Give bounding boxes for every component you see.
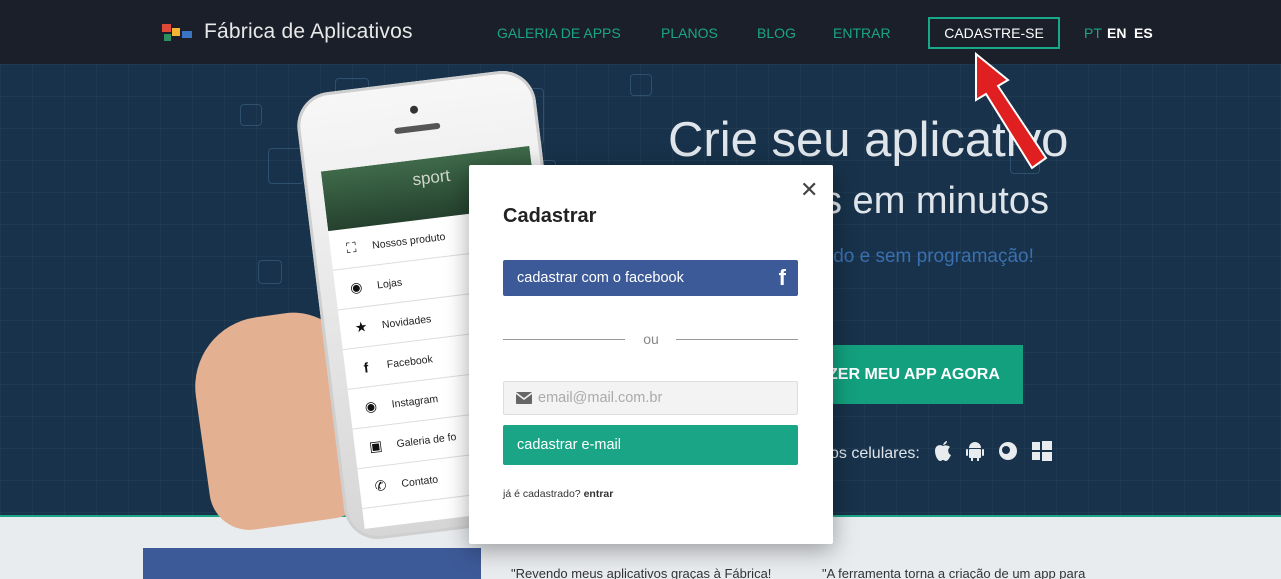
create-app-button[interactable]: ZER MEU APP AGORA [820,345,1023,404]
lang-en[interactable]: EN [1107,25,1126,41]
envelope-icon [516,392,532,404]
map-pin-icon: ◉ [349,278,364,296]
red-arrow-annotation [975,51,1048,170]
phone-speaker [394,122,441,135]
close-icon[interactable]: ✕ [800,177,818,203]
testimonial-image [143,548,481,579]
nav-plans-link[interactable]: PLANOS [661,25,718,41]
modal-title: Cadastrar [503,205,597,227]
signup-modal: ✕ Cadastrar cadastrar com o facebook f o… [469,165,833,544]
lang-pt[interactable]: PT [1084,25,1102,41]
decor-square [630,74,652,96]
facebook-signup-button[interactable]: cadastrar com o facebook f [503,260,798,296]
testimonial-quote: "A ferramenta torna a criação de um app … [822,566,1086,579]
phone-menu-label: Instagram [390,392,439,411]
phone-menu-label: Novidades [381,312,432,331]
or-divider: ou [503,329,798,349]
apple-icon [934,440,952,467]
phone-illustration: sport ⛶ Nossos produto ◉ Lojas ★ Novidades … [170,67,587,543]
platforms-row: os celulares: [830,440,1052,467]
hero-subtitle: s em minutos [823,180,1049,222]
nav-login-link[interactable]: ENTRAR [833,25,891,41]
email-signup-button[interactable]: cadastrar e-mail [503,425,798,465]
blackberry-icon [998,441,1018,466]
email-field[interactable] [503,381,798,415]
or-label: ou [643,331,659,347]
facebook-icon: f [778,265,786,290]
email-input[interactable] [538,390,778,406]
phone-menu-label: Nossos produto [371,230,446,252]
instagram-icon: ◉ [363,397,378,415]
lang-es[interactable]: ES [1134,25,1153,41]
login-prompt: já é cadastrado? entrar [503,488,613,500]
testimonial-quote: "Revendo meus aplicativos graças à Fábri… [511,566,772,579]
camera-icon: ▣ [368,437,384,455]
phone-menu-label: Contato [400,473,439,490]
star-icon: ★ [353,318,369,336]
brand-name: Fábrica de Aplicativos [204,20,413,43]
divider-line [503,339,625,340]
windows-icon [1031,441,1052,466]
phone-menu-label: Facebook [386,352,434,371]
login-link[interactable]: entrar [584,488,614,500]
page: sport ⛶ Nossos produto ◉ Lojas ★ Novidades … [0,0,1281,579]
brand-logo[interactable]: Fábrica de Aplicativos [162,20,413,44]
hero-tagline: ido e sem programação! [829,246,1034,267]
already-registered-text: já é cadastrado? [503,488,581,500]
top-navbar: Fábrica de Aplicativos GALERIA DE APPS P… [0,0,1281,64]
android-icon [965,440,984,467]
phone-menu-label: Galeria de fo [395,430,458,450]
divider-line [676,339,798,340]
facebook-icon: f [362,358,370,376]
phone-icon: ✆ [373,476,388,495]
platforms-label: os celulares: [830,444,920,462]
basket-icon: ⛶ [345,238,358,256]
nav-blog-link[interactable]: BLOG [757,25,796,41]
nav-gallery-link[interactable]: GALERIA DE APPS [497,25,621,41]
phone-menu-label: Lojas [376,276,403,291]
phone-camera [409,105,419,115]
logo-icon [162,22,196,42]
facebook-signup-label: cadastrar com o facebook [517,270,684,286]
